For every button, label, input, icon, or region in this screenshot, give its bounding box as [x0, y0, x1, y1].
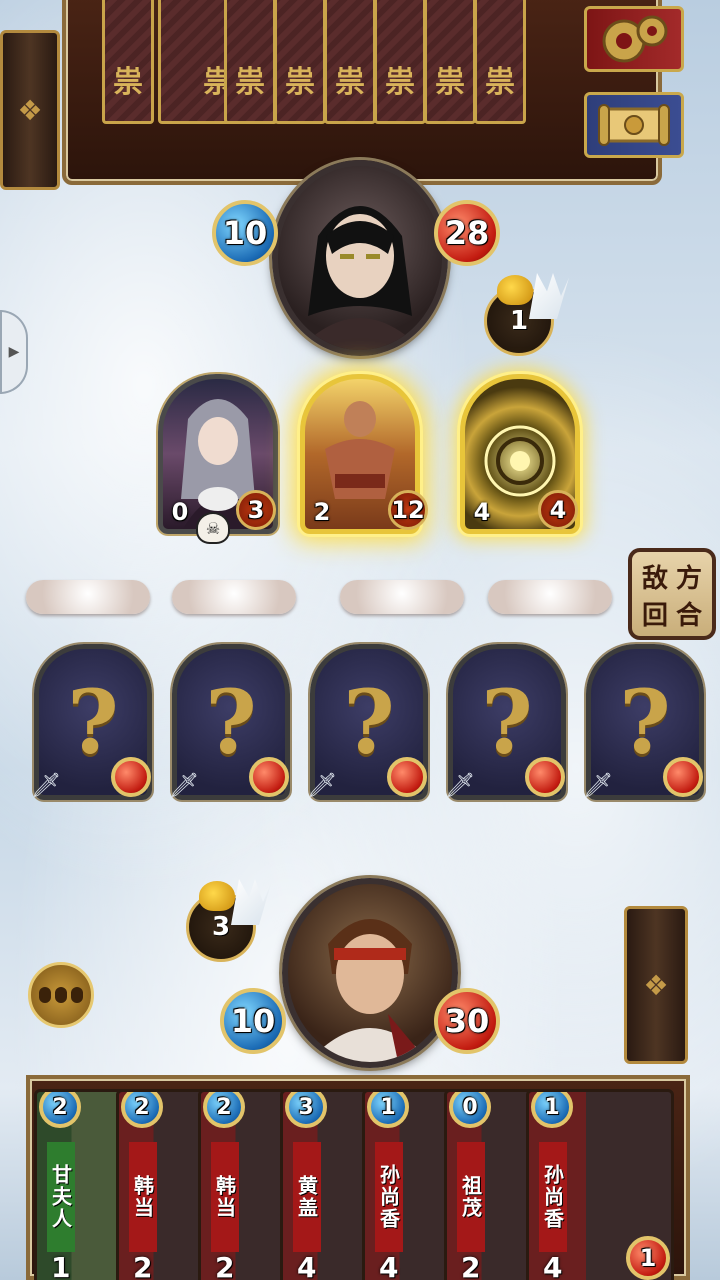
hand-card[interactable]: 3 黄盖 4 — [280, 1089, 372, 1280]
sword-icon: 🗡 — [169, 771, 200, 799]
turn-char: 方 — [675, 564, 702, 594]
enemy-turn-button[interactable]: 敌 方 回 合 — [628, 548, 716, 640]
enemy-hand-card: 祟 — [474, 0, 526, 124]
minion-health: 4 — [538, 490, 578, 530]
card-attack: 1 — [51, 1251, 71, 1280]
card-cost: 2 — [203, 1092, 245, 1128]
chevron-right-icon: ▶ — [8, 344, 20, 360]
card-attack: 4 — [379, 1251, 399, 1280]
sword-icon: 🗡 — [583, 771, 614, 799]
enemy-weapon-charm[interactable]: 1 — [484, 273, 569, 356]
question-mark-icon: ? — [205, 670, 257, 774]
enemy-mana-gem: 10 — [212, 200, 278, 266]
player-hero-portrait[interactable] — [282, 878, 458, 1068]
enemy-hero-art — [298, 206, 422, 350]
minion-attack: 0 — [171, 498, 189, 526]
minion-attack: 2 — [313, 498, 331, 526]
card-name: 韩当 — [129, 1142, 157, 1252]
enemy-hand-card: 祟 — [102, 0, 154, 124]
enemy-health-gem: 28 — [434, 200, 500, 266]
gear-icon — [602, 15, 668, 63]
minion-health: 3 — [236, 490, 276, 530]
card-attack: 2 — [215, 1251, 235, 1280]
card-cost: 2 — [39, 1092, 81, 1128]
ruby-icon — [663, 757, 703, 797]
player-hero-art — [308, 919, 432, 1062]
card-attack: 4 — [543, 1251, 563, 1280]
settings-button[interactable] — [584, 6, 684, 72]
enemy-hand-card: 祟 — [424, 0, 476, 124]
card-cost: 2 — [121, 1092, 163, 1128]
card-name: 孙尚香 — [539, 1142, 567, 1252]
enemy-hero-portrait[interactable] — [272, 160, 448, 356]
wing-icon — [231, 879, 271, 925]
card-name: 祖茂 — [457, 1142, 485, 1252]
pouch-icon — [497, 275, 533, 305]
question-mark-icon: ? — [343, 670, 395, 774]
cloud-divider — [172, 580, 296, 614]
card-cost: 0 — [449, 1092, 491, 1128]
log-button[interactable] — [584, 92, 684, 158]
enemy-hand-card: 祟 — [374, 0, 426, 124]
enemy-hand-area: 祟 祟 祟 祟 祟 祟 祟 祟 — [62, 0, 662, 185]
enemy-deck: ❖ — [0, 30, 60, 190]
enemy-hand-card: 祟 — [324, 0, 376, 124]
turn-char: 敌 — [641, 564, 668, 594]
hidden-card[interactable]: ? 🗡 — [31, 644, 152, 800]
question-mark-icon: ? — [67, 670, 119, 774]
emote-icon — [39, 987, 83, 1003]
enemy-hand-card: 祟 — [274, 0, 326, 124]
question-mark-icon: ? — [481, 670, 533, 774]
hand-card[interactable]: 2 韩当 2 — [116, 1089, 208, 1280]
card-name: 黄盖 — [293, 1142, 321, 1252]
sword-icon: 🗡 — [307, 771, 338, 799]
player-deck[interactable]: ❖ — [624, 906, 688, 1064]
card-cost: 1 — [531, 1092, 573, 1128]
cloud-divider — [26, 580, 150, 614]
cloud-divider — [340, 580, 464, 614]
scroll-icon — [598, 104, 670, 146]
ruby-icon — [525, 757, 565, 797]
cloud-divider — [488, 580, 612, 614]
card-attack: 2 — [461, 1251, 481, 1280]
card-health-gem: 1 — [626, 1236, 670, 1280]
hidden-card[interactable]: ? 🗡 — [445, 644, 566, 800]
card-attack: 2 — [133, 1251, 153, 1280]
sword-icon: 🗡 — [31, 771, 62, 799]
card-name: 甘夫人 — [47, 1142, 75, 1252]
hidden-card[interactable]: ? 🗡 — [307, 644, 428, 800]
hand-card[interactable]: 0 祖茂 2 — [444, 1089, 536, 1280]
deck-emblem-icon: ❖ — [643, 968, 669, 1002]
pouch-icon — [199, 881, 235, 911]
emote-button[interactable] — [28, 962, 94, 1028]
skull-icon: ☠ — [196, 512, 230, 544]
ruby-icon — [249, 757, 289, 797]
deck-emblem-icon: ❖ — [17, 93, 43, 127]
hand-card[interactable]: 2 甘夫人 1 — [34, 1089, 126, 1280]
hidden-card[interactable]: ? 🗡 — [169, 644, 290, 800]
sword-icon: 🗡 — [445, 771, 476, 799]
card-cost: 1 — [367, 1092, 409, 1128]
card-cost: 3 — [285, 1092, 327, 1128]
card-attack: 4 — [297, 1251, 317, 1280]
turn-char: 回 — [641, 601, 668, 631]
player-weapon-charm[interactable]: 3 — [186, 879, 271, 962]
minion-health: 12 — [388, 490, 428, 530]
ruby-icon — [387, 757, 427, 797]
question-mark-icon: ? — [619, 670, 671, 774]
hand-card[interactable]: 1 孙尚香 4 — [362, 1089, 454, 1280]
hidden-card[interactable]: ? 🗡 — [583, 644, 704, 800]
turn-char: 合 — [675, 601, 702, 631]
player-mana-gem: 10 — [220, 988, 286, 1054]
hand-card[interactable]: 2 韩当 2 — [198, 1089, 290, 1280]
minion-attack: 4 — [473, 498, 491, 526]
ruby-icon — [111, 757, 151, 797]
player-health-gem: 30 — [434, 988, 500, 1054]
side-panel-tab[interactable]: ▶ — [0, 310, 28, 394]
card-name: 孙尚香 — [375, 1142, 403, 1252]
card-name: 韩当 — [211, 1142, 239, 1252]
player-hand-area: 2 甘夫人 1 2 韩当 2 2 韩当 2 3 黄盖 4 1 孙尚香 4 0 祖… — [26, 1075, 690, 1280]
enemy-hand-card: 祟 — [224, 0, 276, 124]
wing-icon — [529, 273, 569, 319]
